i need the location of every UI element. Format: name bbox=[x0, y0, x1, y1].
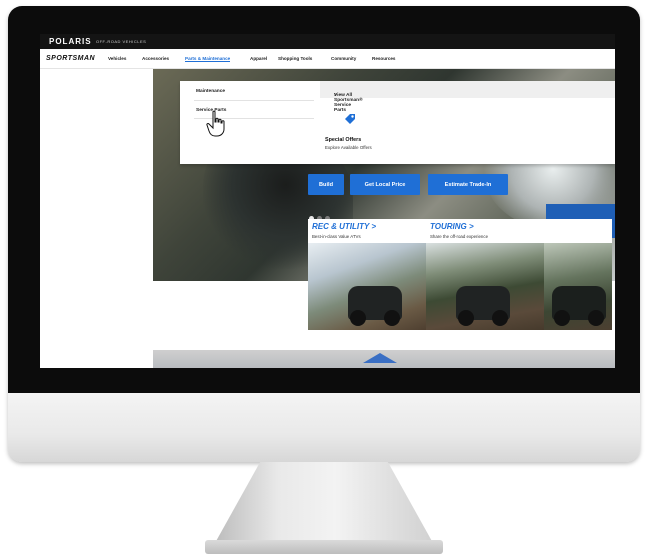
atv-image bbox=[552, 286, 606, 326]
hand-cursor-icon bbox=[206, 110, 225, 137]
estimate-trade-in-button[interactable]: Estimate Trade-In bbox=[428, 174, 508, 195]
bottom-chevron-icon bbox=[363, 353, 397, 363]
card-title[interactable]: REC & UTILITY > bbox=[312, 222, 376, 231]
nav-item-parts-maintenance[interactable]: Parts & Maintenance bbox=[185, 56, 231, 62]
card-title[interactable]: TOURING > bbox=[430, 222, 474, 231]
main-nav: SPORTSMAN Vehicles Accessories Parts & M… bbox=[40, 49, 615, 69]
parts-dropdown-menu: Maintenance Service Parts View All Sport… bbox=[180, 81, 615, 164]
dropdown-left-column: Maintenance Service Parts bbox=[180, 81, 320, 164]
monitor-stand-base bbox=[205, 540, 443, 554]
card-sport[interactable] bbox=[544, 219, 612, 330]
dropdown-item-maintenance[interactable]: Maintenance bbox=[196, 89, 225, 94]
build-button[interactable]: Build bbox=[308, 174, 344, 195]
monitor-stand bbox=[210, 462, 438, 552]
card-rec-utility[interactable]: REC & UTILITY > Best-in-class Value ATVs bbox=[308, 219, 426, 330]
get-local-price-button[interactable]: Get Local Price bbox=[350, 174, 420, 195]
brand-bar: POLARIS OFF-ROAD VEHICLES bbox=[40, 34, 615, 49]
polaris-logo[interactable]: POLARIS bbox=[49, 37, 92, 46]
screen: POLARIS OFF-ROAD VEHICLES SPORTSMAN Vehi… bbox=[40, 34, 615, 368]
card-touring[interactable]: TOURING > Share the off-road experience bbox=[426, 219, 544, 330]
special-offers-subtitle[interactable]: Explore Available Offers bbox=[325, 145, 372, 150]
card-subtitle: Best-in-class Value ATVs bbox=[312, 234, 361, 239]
dropdown-right-column: View All Sportsman® Service Parts > Spec… bbox=[320, 81, 615, 164]
card-image bbox=[308, 243, 426, 330]
nav-item-community[interactable]: Community bbox=[331, 56, 356, 61]
nav-item-shopping-tools[interactable]: Shopping Tools bbox=[278, 56, 312, 61]
atv-image bbox=[456, 286, 510, 326]
tag-icon[interactable] bbox=[344, 113, 356, 125]
left-blank-column bbox=[40, 69, 153, 368]
card-image bbox=[544, 243, 612, 330]
divider bbox=[194, 100, 314, 101]
view-all-service-parts-link[interactable]: View All Sportsman® Service Parts > bbox=[320, 81, 615, 113]
brand-tagline: OFF-ROAD VEHICLES bbox=[96, 39, 147, 44]
bottom-section-strip bbox=[153, 350, 615, 368]
special-offers-title[interactable]: Special Offers bbox=[325, 137, 361, 143]
nav-item-apparel[interactable]: Apparel bbox=[250, 56, 267, 61]
card-image bbox=[426, 243, 544, 330]
monitor-chin bbox=[8, 393, 640, 462]
atv-image bbox=[348, 286, 402, 326]
sportsman-logo[interactable]: SPORTSMAN bbox=[46, 55, 95, 62]
nav-item-resources[interactable]: Resources bbox=[372, 56, 396, 61]
nav-item-vehicles[interactable]: Vehicles bbox=[108, 56, 126, 61]
card-subtitle: Share the off-road experience bbox=[430, 234, 489, 239]
nav-item-accessories[interactable]: Accessories bbox=[142, 56, 169, 61]
